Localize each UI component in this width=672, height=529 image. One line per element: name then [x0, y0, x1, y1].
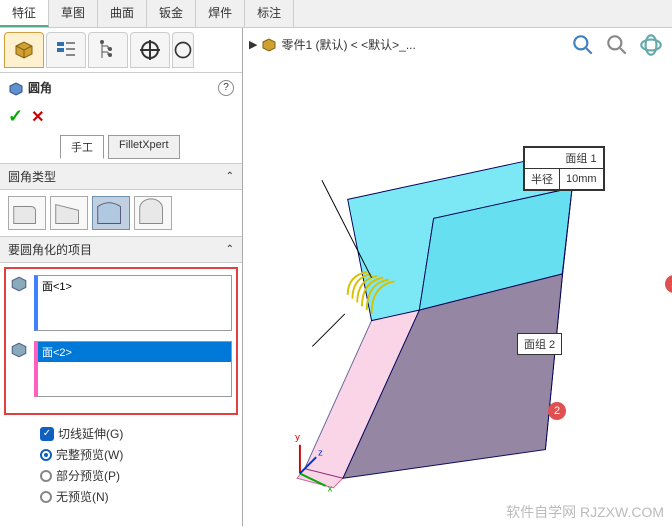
- breadcrumb-part[interactable]: 零件1 (默认) < <默认>_...: [281, 36, 415, 53]
- collapse-icon[interactable]: ⌃: [226, 171, 234, 182]
- tab-weldment[interactable]: 焊件: [196, 0, 245, 27]
- fillet-type-full[interactable]: [134, 196, 172, 230]
- svg-text:y: y: [295, 432, 300, 443]
- opt-partial-preview[interactable]: 部分预览(P): [40, 465, 230, 486]
- zoom-area-icon[interactable]: [604, 32, 630, 58]
- callout-radius-value[interactable]: 10mm: [560, 169, 604, 190]
- opt-tangent[interactable]: ✓ 切线延伸(G): [40, 423, 230, 444]
- opt-full-label: 完整预览(W): [56, 446, 123, 463]
- radio-icon: [40, 449, 52, 461]
- tab-annotation[interactable]: 标注: [245, 0, 294, 27]
- face-set-icon: [10, 275, 28, 293]
- callout-group-num: 1: [590, 153, 596, 165]
- svg-text:x: x: [328, 484, 333, 495]
- opt-no-label: 无预览(N): [56, 488, 109, 505]
- tab-sheetmetal[interactable]: 钣金: [147, 0, 196, 27]
- part-icon: [261, 37, 277, 53]
- breadcrumb-arrow[interactable]: ▶: [249, 38, 257, 51]
- opt-partial-label: 部分预览(P): [56, 467, 120, 484]
- panel-tab-properties[interactable]: [46, 32, 86, 68]
- face-set-icon: [10, 341, 28, 359]
- callout-facegroup1[interactable]: 面组 1 半径10mm: [523, 146, 605, 191]
- svg-text:z: z: [318, 447, 323, 458]
- radio-icon: [40, 491, 52, 503]
- opt-full-preview[interactable]: 完整预览(W): [40, 444, 230, 465]
- opt-no-preview[interactable]: 无预览(N): [40, 486, 230, 507]
- fillet-icon: [8, 80, 24, 96]
- viewport[interactable]: y x z: [243, 58, 672, 526]
- mode-manual[interactable]: 手工: [60, 135, 104, 159]
- view-rotate-icon[interactable]: [638, 32, 664, 58]
- tab-feature[interactable]: 特征: [0, 0, 49, 27]
- fillet-type-face[interactable]: [92, 196, 130, 230]
- fillet-type-variable[interactable]: [50, 196, 88, 230]
- callout-group-label: 面组: [565, 153, 587, 165]
- panel-tab-feature[interactable]: [4, 32, 44, 68]
- face-list-2[interactable]: 面<2>: [34, 341, 232, 397]
- panel-tab-tree[interactable]: [88, 32, 128, 68]
- info-icon[interactable]: ?: [218, 80, 234, 96]
- radio-icon: [40, 470, 52, 482]
- tab-surface[interactable]: 曲面: [98, 0, 147, 27]
- face-item-2[interactable]: 面<2>: [38, 342, 231, 362]
- marker-2: 2: [548, 402, 566, 420]
- section-type-title: 圆角类型: [8, 168, 56, 185]
- panel-resizer[interactable]: [243, 24, 247, 522]
- zoom-fit-icon[interactable]: [570, 32, 596, 58]
- face-list-1[interactable]: 面<1>: [34, 275, 232, 331]
- cancel-button[interactable]: ✕: [31, 107, 44, 127]
- collapse-icon[interactable]: ⌃: [226, 244, 234, 255]
- face-item-1[interactable]: 面<1>: [38, 276, 231, 296]
- panel-tab-more[interactable]: [172, 32, 194, 68]
- panel-tab-target[interactable]: [130, 32, 170, 68]
- section-items-title: 要圆角化的项目: [8, 241, 92, 258]
- mode-filletxpert[interactable]: FilletXpert: [108, 135, 180, 159]
- opt-tangent-label: 切线延伸(G): [58, 425, 123, 442]
- items-highlight-box: 面<1> 面<2>: [4, 267, 238, 415]
- feature-name: 圆角: [28, 79, 52, 96]
- fillet-type-constant[interactable]: [8, 196, 46, 230]
- ok-button[interactable]: ✓: [8, 106, 23, 127]
- tab-sketch[interactable]: 草图: [49, 0, 98, 27]
- callout-radius-label: 半径: [525, 169, 560, 190]
- watermark: 软件自学网 RJZXW.COM: [506, 502, 664, 522]
- checkbox-icon: ✓: [40, 427, 54, 441]
- callout-facegroup2[interactable]: 面组 2: [517, 333, 562, 355]
